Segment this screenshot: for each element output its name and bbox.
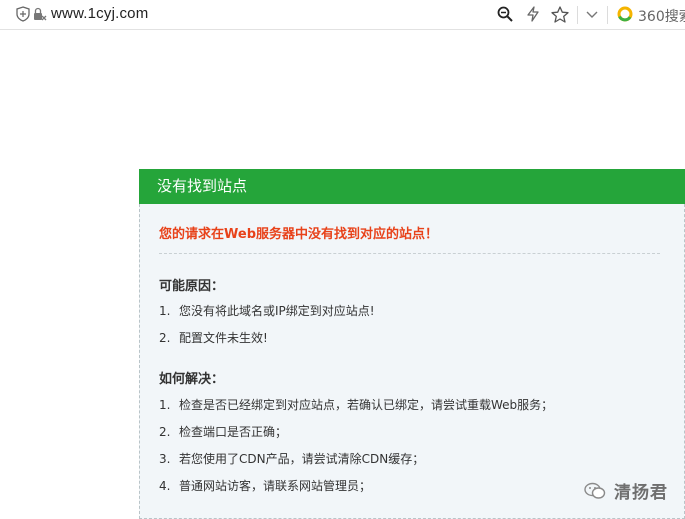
solution-item: 3. 若您使用了CDN产品，请尝试清除CDN缓存；	[159, 450, 424, 467]
error-panel: 没有找到站点 您的请求在Web服务器中没有找到对应的站点！ 可能原因： 1. 您没…	[139, 169, 685, 519]
list-text: 检查是否已经绑定到对应站点，若确认已绑定，请尝试重载Web服务；	[179, 398, 554, 412]
panel-header: 没有找到站点	[139, 169, 685, 204]
list-number: 1.	[159, 304, 171, 318]
dashed-divider	[159, 253, 660, 254]
url-text[interactable]: www.1cyj.com	[51, 5, 148, 22]
list-number: 3.	[159, 452, 171, 466]
search-engine-label[interactable]: 360搜索	[638, 6, 685, 26]
list-text: 您没有将此域名或IP绑定到对应站点!	[179, 304, 375, 318]
zoom-icon[interactable]	[497, 6, 513, 22]
list-number: 2.	[159, 331, 171, 345]
causes-title: 可能原因：	[159, 279, 225, 294]
solution-item: 4. 普通网站访客，请联系网站管理员；	[159, 477, 371, 494]
solution-item: 1. 检查是否已经绑定到对应站点，若确认已绑定，请尝试重载Web服务；	[159, 396, 553, 413]
lightning-icon[interactable]	[526, 6, 540, 22]
browser-address-bar: www.1cyj.com 360搜索	[0, 0, 685, 30]
error-message: 您的请求在Web服务器中没有找到对应的站点！	[159, 227, 438, 242]
insecure-lock-icon[interactable]	[33, 6, 47, 22]
watermark-text: 清扬君	[614, 483, 668, 503]
list-number: 2.	[159, 425, 171, 439]
cause-item: 1. 您没有将此域名或IP绑定到对应站点!	[159, 302, 375, 319]
watermark: 清扬君	[584, 478, 668, 503]
star-icon[interactable]	[551, 5, 569, 23]
360-logo-icon[interactable]	[617, 6, 633, 22]
list-text: 普通网站访客，请联系网站管理员；	[179, 479, 372, 493]
solutions-title: 如何解决：	[159, 372, 225, 387]
list-text: 若您使用了CDN产品，请尝试清除CDN缓存；	[179, 452, 425, 466]
list-text: 检查端口是否正确；	[179, 425, 288, 439]
list-number: 1.	[159, 398, 171, 412]
shield-icon[interactable]	[16, 6, 30, 22]
toolbar-divider	[577, 6, 578, 24]
list-text: 配置文件未生效!	[179, 331, 268, 345]
cause-item: 2. 配置文件未生效!	[159, 329, 268, 346]
list-number: 4.	[159, 479, 171, 493]
solution-item: 2. 检查端口是否正确；	[159, 423, 287, 440]
chevron-down-icon[interactable]	[585, 6, 599, 22]
toolbar-divider	[607, 6, 608, 24]
wechat-icon	[584, 482, 606, 500]
panel-body: 您的请求在Web服务器中没有找到对应的站点！ 可能原因： 1. 您没有将此域名或I…	[139, 204, 685, 519]
